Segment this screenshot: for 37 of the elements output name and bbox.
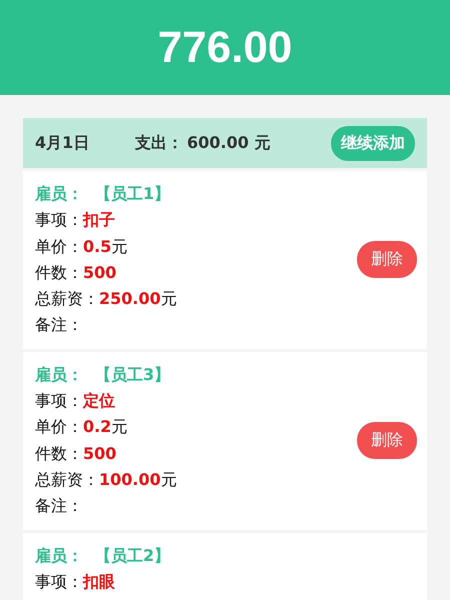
field-value: 【员工2】: [95, 544, 170, 567]
field-label: 备注：: [35, 314, 83, 336]
field-label: 事项：: [35, 209, 83, 232]
field-label: 雇员：: [35, 544, 83, 567]
date-label: 4月1日: [35, 132, 90, 154]
expense-label: 支出：: [135, 132, 183, 154]
field-value: 【员工1】: [95, 183, 170, 205]
field-label: 单价：: [35, 236, 83, 258]
delete-button[interactable]: 删除: [357, 241, 417, 278]
unit-label: 元: [160, 288, 177, 310]
field-value: 扣子: [83, 209, 115, 232]
field-value: 0.2: [83, 416, 112, 438]
field-label: 总薪资：: [35, 468, 99, 491]
field-label: 事项：: [35, 390, 83, 412]
total-amount: 776.00: [158, 22, 292, 72]
delete-button[interactable]: 删除: [357, 422, 417, 460]
field-label: 雇员：: [35, 183, 83, 205]
field-value: 100.00: [99, 468, 161, 491]
field-value: 扣眼: [83, 570, 115, 593]
field-value: 定位: [83, 390, 115, 412]
field-label: 件数：: [35, 262, 83, 284]
field-label: 雇员：: [35, 364, 83, 386]
field-value: 250.00: [99, 288, 161, 310]
field-label: 事项：: [35, 570, 83, 593]
add-more-button[interactable]: 继续添加: [331, 126, 415, 160]
field-value: 【员工3】: [95, 364, 170, 386]
unit-label: 元: [111, 416, 128, 438]
field-label: 总薪资：: [35, 288, 99, 310]
field-label: 件数：: [35, 442, 83, 465]
expense-value: 600.00 元: [187, 132, 270, 154]
field-label: 单价：: [35, 416, 83, 438]
field-value: 500: [83, 262, 116, 284]
field-label: 备注：: [35, 495, 83, 518]
field-value: 0.5: [83, 236, 112, 258]
unit-label: 元: [111, 236, 128, 258]
field-value: 500: [83, 442, 116, 465]
unit-label: 元: [160, 468, 177, 491]
